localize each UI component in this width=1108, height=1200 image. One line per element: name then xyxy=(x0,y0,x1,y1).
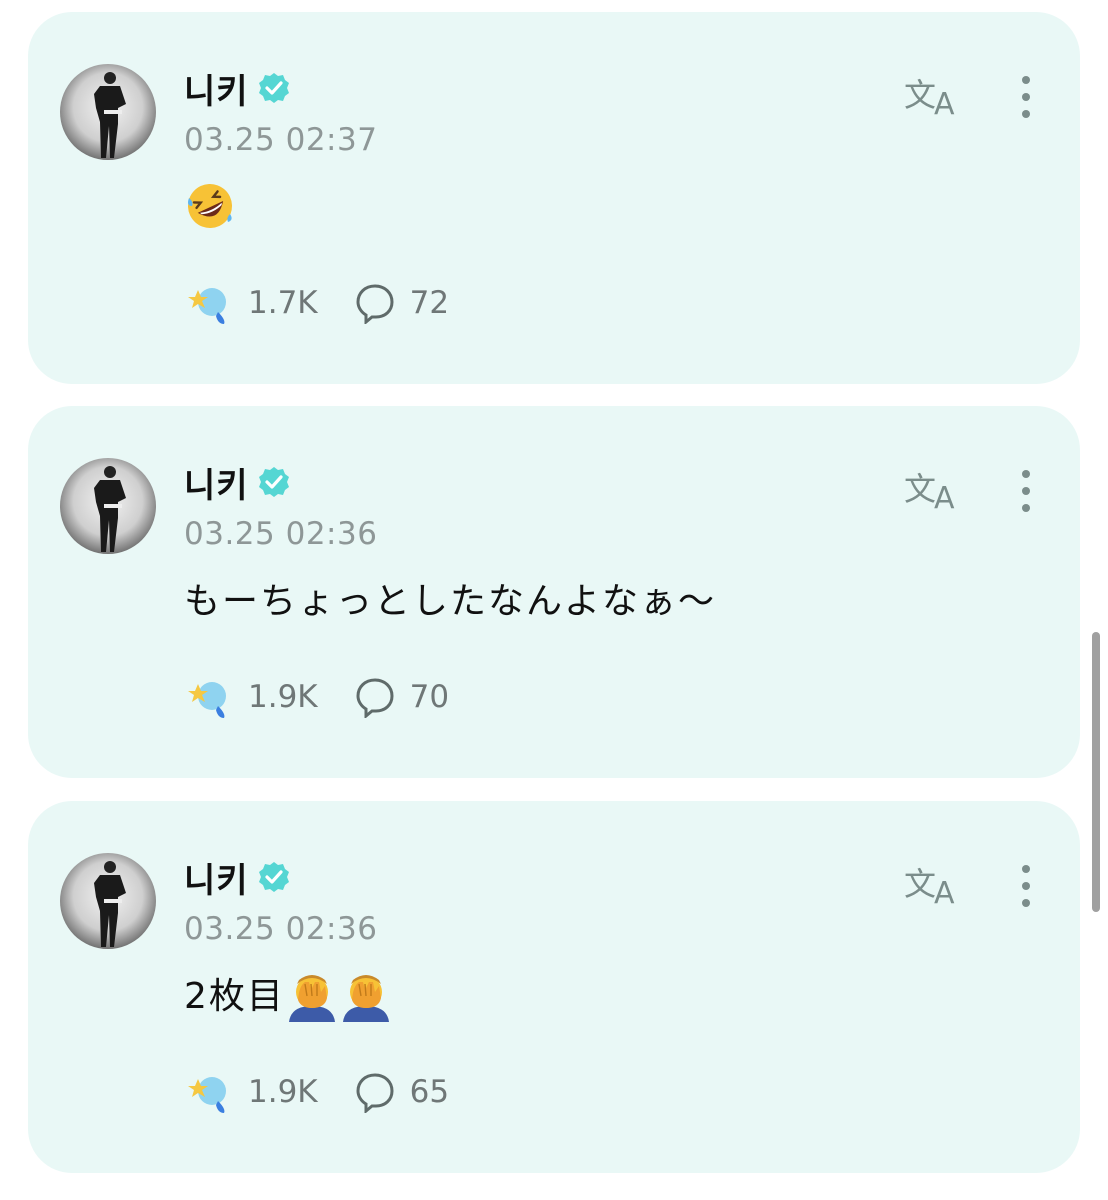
avatar[interactable] xyxy=(60,853,156,949)
author-name[interactable]: 니키 xyxy=(184,853,249,902)
post-text: 2枚目 xyxy=(184,976,285,1017)
author-name[interactable]: 니키 xyxy=(184,458,249,507)
svg-text:文: 文 xyxy=(904,470,936,508)
face-palm-icon xyxy=(342,975,389,1022)
author-row: 니키 xyxy=(184,853,291,902)
translate-icon[interactable]: 文 A xyxy=(904,70,964,120)
face-palm-icon xyxy=(288,975,335,1022)
svg-text:A: A xyxy=(934,876,955,909)
post-card[interactable]: 니키 03.25 02:36 もーちょっとしたなんよなぁ〜 文 A 1.9K 7… xyxy=(28,406,1080,778)
comment-count: 70 xyxy=(409,679,450,715)
verified-badge-icon xyxy=(258,467,289,497)
post-text: もーちょっとしたなんよなぁ〜 xyxy=(184,581,717,622)
reaction-icon[interactable] xyxy=(184,280,234,326)
reaction-count: 1.7K xyxy=(248,285,318,321)
post-timestamp: 03.25 02:36 xyxy=(184,516,378,552)
author-name[interactable]: 니키 xyxy=(184,64,249,113)
post-stats: 1.9K 70 xyxy=(184,674,449,720)
svg-text:文: 文 xyxy=(904,76,936,114)
comment-icon[interactable] xyxy=(354,282,396,324)
translate-icon[interactable]: 文 A xyxy=(904,859,964,909)
comment-count: 72 xyxy=(409,285,450,321)
post-card[interactable]: 니키 03.25 02:37 文 A 1.7K 72 xyxy=(28,12,1080,384)
more-vertical-icon[interactable] xyxy=(1014,466,1038,516)
comment-count: 65 xyxy=(409,1074,450,1110)
avatar[interactable] xyxy=(60,64,156,160)
post-stats: 1.7K 72 xyxy=(184,280,449,326)
reaction-count: 1.9K xyxy=(248,679,318,715)
post-card[interactable]: 니키 03.25 02:36 2枚目 文 A 1.9K 65 xyxy=(28,801,1080,1173)
reaction-icon[interactable] xyxy=(184,1069,234,1115)
more-vertical-icon[interactable] xyxy=(1014,72,1038,122)
post-stats: 1.9K 65 xyxy=(184,1069,449,1115)
comment-icon[interactable] xyxy=(354,676,396,718)
svg-text:A: A xyxy=(934,481,955,514)
verified-badge-icon xyxy=(258,862,289,892)
reaction-icon[interactable] xyxy=(184,674,234,720)
post-content: 2枚目 xyxy=(184,969,393,1025)
verified-badge-icon xyxy=(258,73,289,103)
comment-icon[interactable] xyxy=(354,1071,396,1113)
translate-icon[interactable]: 文 A xyxy=(904,464,964,514)
post-content: もーちょっとしたなんよなぁ〜 xyxy=(184,574,716,630)
avatar[interactable] xyxy=(60,458,156,554)
svg-text:文: 文 xyxy=(904,865,936,903)
post-feed: 니키 03.25 02:37 文 A 1.7K 72 니키 03.25 02:3… xyxy=(0,0,1108,1200)
svg-text:A: A xyxy=(934,87,955,120)
reaction-count: 1.9K xyxy=(248,1074,318,1110)
author-row: 니키 xyxy=(184,64,291,113)
post-timestamp: 03.25 02:37 xyxy=(184,122,378,158)
rolling-on-floor-laughing-icon xyxy=(188,184,232,228)
post-content xyxy=(184,180,236,232)
more-vertical-icon[interactable] xyxy=(1014,861,1038,911)
post-timestamp: 03.25 02:36 xyxy=(184,911,378,947)
author-row: 니키 xyxy=(184,458,291,507)
scrollbar[interactable] xyxy=(1092,632,1100,912)
